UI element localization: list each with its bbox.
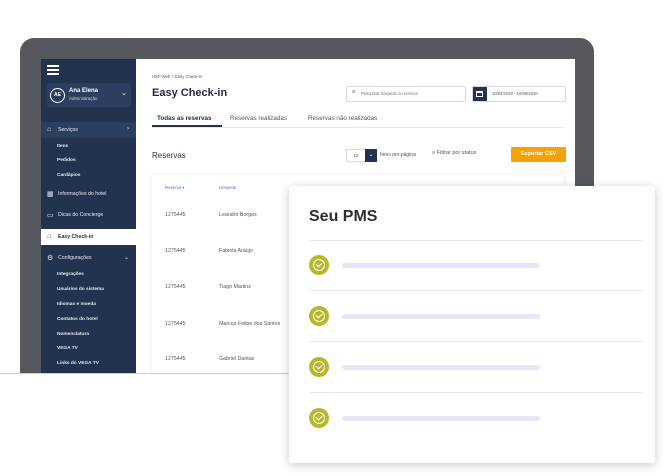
- sidebar-sub-item[interactable]: Integrações: [57, 272, 84, 277]
- table-cell-reserva: 1275445: [165, 321, 186, 327]
- placeholder-bar: [342, 314, 540, 319]
- placeholder-bar: [342, 263, 540, 268]
- reservas-heading: Reservas: [152, 151, 186, 160]
- tab-todas-reservas[interactable]: Todas as reservas: [157, 115, 212, 122]
- laptop-base-line: [0, 373, 300, 374]
- table-cell-hospede[interactable]: Leandro Borges: [219, 212, 257, 218]
- search-icon: ⌕: [352, 89, 356, 95]
- card-divider: [309, 341, 643, 342]
- building-icon: ▦: [47, 191, 54, 198]
- filter-label: Filtrar por status: [436, 150, 477, 156]
- calendar-icon: [473, 87, 487, 101]
- tab-reservas-nao-realizadas[interactable]: Reservas não realizadas: [308, 115, 377, 122]
- shopping-bag-icon: ⌂: [47, 126, 52, 133]
- table-cell-hospede[interactable]: Gabriel Dantas: [219, 356, 254, 362]
- sidebar-sub-item[interactable]: Nomenclatura: [57, 332, 89, 337]
- user-role: Administração: [69, 96, 98, 101]
- check-circle-icon: [309, 255, 329, 275]
- check-circle-icon: [309, 306, 329, 326]
- table-cell-reserva: 1275445: [165, 212, 186, 218]
- card-divider: [309, 290, 643, 291]
- sidebar-item-label: Informações do hotel: [58, 191, 107, 197]
- chevron-down-icon: ⌄: [123, 255, 129, 261]
- placeholder-bar: [342, 365, 540, 370]
- tab-reservas-realizadas[interactable]: Reservas realizadas: [230, 115, 287, 122]
- sidebar-sub-item[interactable]: Contatos do hotel: [57, 317, 98, 322]
- export-csv-button[interactable]: Exportar CSV: [511, 147, 566, 162]
- card-divider: [309, 392, 643, 393]
- sidebar-item-label: Serviços: [58, 127, 78, 133]
- check-circle-icon: [309, 408, 329, 428]
- page-title: Easy Check-in: [152, 87, 228, 99]
- column-header-reserva[interactable]: Reserva ▾: [165, 185, 184, 191]
- pms-card: Seu PMS: [289, 186, 655, 463]
- placeholder-bar: [342, 416, 540, 421]
- sidebar-item-servicos[interactable]: ⌂ Serviços ›: [41, 122, 136, 138]
- card-divider: [309, 240, 643, 241]
- table-cell-reserva: 1275445: [165, 284, 186, 290]
- chevron-down-icon: ⌄: [121, 90, 127, 97]
- date-range-picker[interactable]: 10/04/2020 - 16/06/2020: [472, 86, 566, 102]
- sidebar-item-label: Dicas do Concierge: [58, 212, 104, 218]
- chat-icon: ▭: [47, 212, 54, 219]
- table-cell-hospede[interactable]: Tiago Martins: [219, 284, 251, 290]
- sidebar-sub-item[interactable]: Idiomas e moeda: [57, 302, 96, 307]
- pms-card-title: Seu PMS: [309, 208, 378, 225]
- search-placeholder: Pesquisar hóspede ou reserva: [361, 91, 418, 96]
- column-header-hospede[interactable]: Hóspede: [219, 185, 236, 190]
- search-input[interactable]: ⌕ Pesquisar hóspede ou reserva: [346, 86, 466, 102]
- table-cell-hospede[interactable]: Fabiola Araujo: [219, 248, 253, 254]
- sidebar-sub-item[interactable]: VEGA TV: [57, 346, 78, 351]
- sidebar-item-easy-checkin[interactable]: ⌂ Easy Check-in: [41, 229, 136, 245]
- avatar: AE: [50, 88, 65, 103]
- table-cell-reserva: 1275445: [165, 356, 186, 362]
- bell-icon: ⌂: [47, 233, 52, 240]
- sidebar-item-label: Configurações: [58, 255, 92, 261]
- chevron-right-icon: ›: [127, 126, 129, 132]
- sidebar-sub-item[interactable]: Itens: [57, 144, 68, 149]
- user-menu[interactable]: AE Ana Elena Administração ⌄: [47, 83, 131, 107]
- date-range-value: 10/04/2020 - 16/06/2020: [492, 91, 538, 96]
- tab-divider: [152, 127, 564, 128]
- sidebar-sub-item[interactable]: Links do VEGA TV: [57, 361, 99, 366]
- sidebar-sub-item[interactable]: Usuários do sistema: [57, 287, 104, 292]
- breadcrumb: HSP Web > Easy Check-in: [152, 74, 203, 79]
- user-name: Ana Elena: [69, 88, 99, 94]
- menu-icon[interactable]: [47, 65, 59, 75]
- items-per-page-label: Itens por página: [380, 152, 416, 158]
- sidebar-item-label: Easy Check-in: [58, 234, 94, 240]
- sidebar-sub-item[interactable]: Cardápios: [57, 173, 80, 178]
- check-circle-icon: [309, 357, 329, 377]
- items-per-page-select[interactable]: 10: [346, 149, 366, 162]
- chevron-down-icon[interactable]: ⌄: [365, 149, 377, 162]
- gear-icon: ⚙: [47, 255, 54, 262]
- filter-status-button[interactable]: ≡ Filtrar por status: [432, 150, 476, 156]
- table-cell-hospede[interactable]: Marcos Felipe dos Santos: [219, 321, 280, 327]
- table-cell-reserva: 1275445: [165, 248, 186, 254]
- sidebar: AE Ana Elena Administração ⌄ ⌂ Serviços …: [41, 59, 136, 373]
- sidebar-sub-item[interactable]: Pedidos: [57, 158, 76, 163]
